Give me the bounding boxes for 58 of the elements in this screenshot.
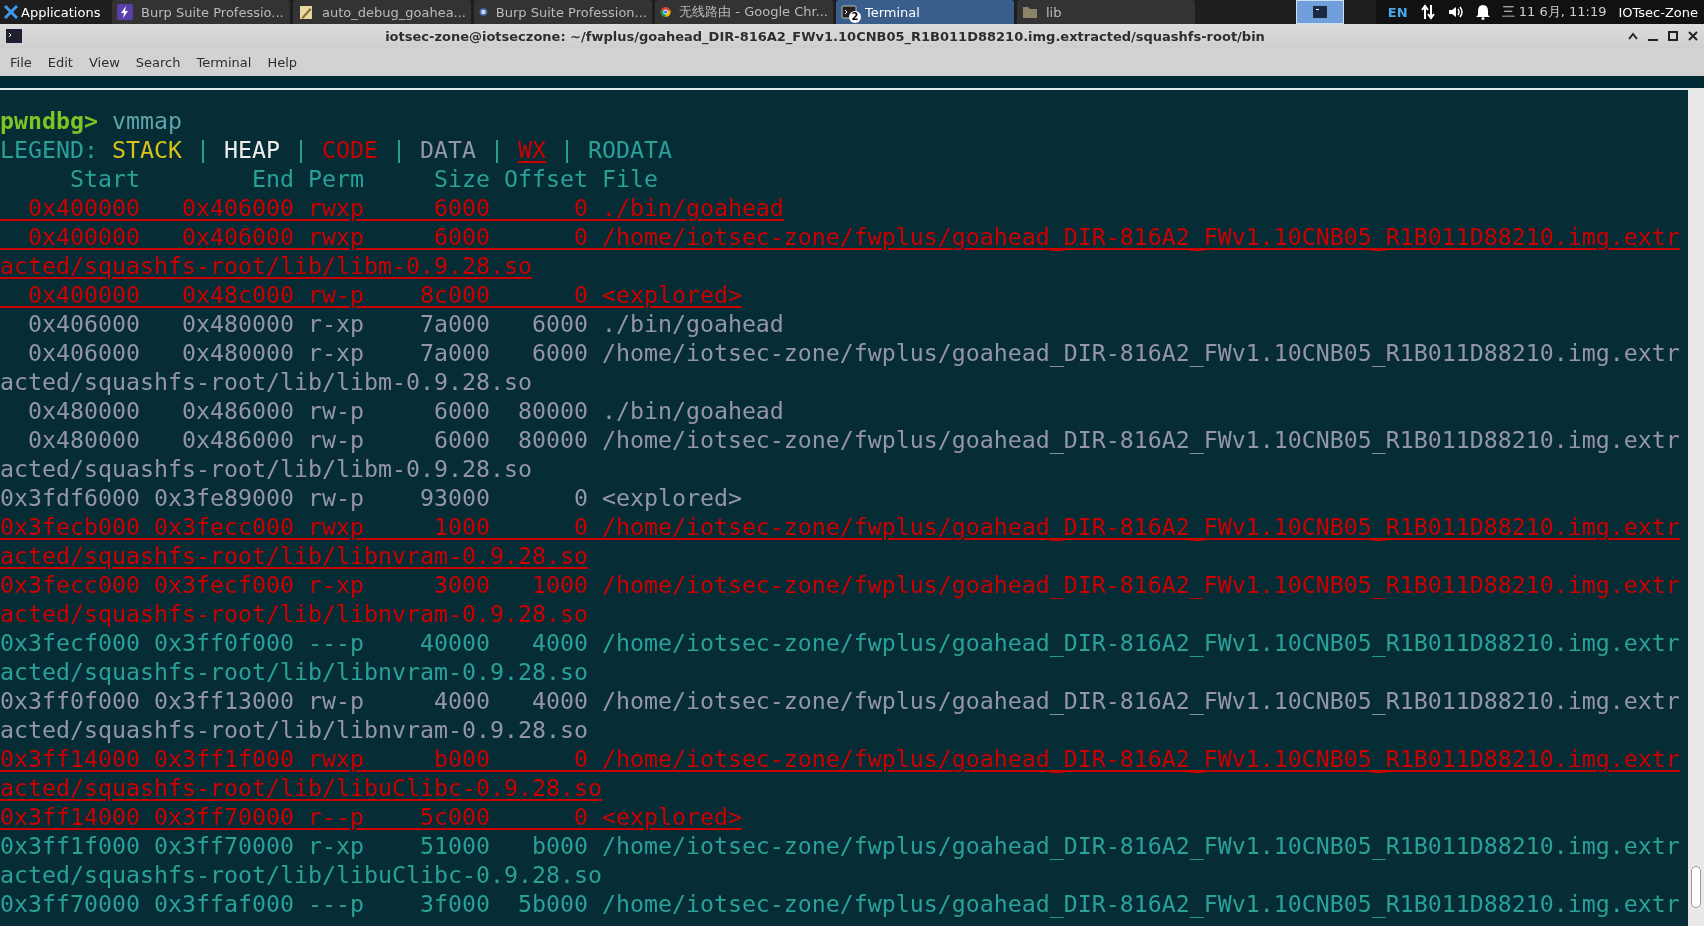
taskbar-button[interactable]: auto_debug_goahea... bbox=[293, 0, 471, 24]
browser-icon bbox=[660, 4, 672, 20]
terminal-icon bbox=[6, 29, 22, 43]
menu-item[interactable]: Terminal bbox=[188, 54, 260, 70]
taskbar-button[interactable]: lib bbox=[1017, 0, 1195, 24]
memory-map-line: acted/squashfs-root/lib/libnvram-0.9.28.so bbox=[0, 715, 589, 744]
window-icon bbox=[1313, 6, 1327, 18]
maximize-icon[interactable] bbox=[1668, 31, 1678, 41]
network-arrows-icon[interactable] bbox=[1419, 4, 1436, 20]
memory-map-line: 0x3ff1f000 0x3ff70000 r-xp 51000 b000 /home/iotsec-zone/fwplus/goahead_DIR-816A2_FWv1.10CNB05_R1B011D88210.img.extr bbox=[0, 831, 1681, 860]
menu-item[interactable]: View bbox=[80, 54, 128, 70]
close-icon[interactable] bbox=[1688, 31, 1698, 41]
menu-item[interactable]: File bbox=[2, 54, 40, 70]
count-badge: 2 bbox=[849, 11, 861, 23]
lightning-icon bbox=[117, 4, 133, 20]
memory-map-line: acted/squashfs-root/lib/libuClibc-0.9.28.so bbox=[0, 860, 603, 889]
memory-map-line: 0x3fecb000 0x3fecc000 rwxp 1000 0 /home/iotsec-zone/fwplus/goahead_DIR-816A2_FWv1.10CNB05_R1B011D88210.img.extr bbox=[0, 512, 1681, 541]
notepad-icon bbox=[298, 4, 314, 20]
legend-line: LEGEND: STACK | HEAP | CODE | DATA | WX | RODATA bbox=[0, 135, 673, 164]
memory-map-line: 0x3ff14000 0x3ff1f000 rwxp b000 0 /home/iotsec-zone/fwplus/goahead_DIR-816A2_FWv1.10CNB05_R1B011D88210.img.extr bbox=[0, 744, 1681, 773]
user-name[interactable]: IOTsec-Zone bbox=[1618, 4, 1698, 20]
taskbar-button[interactable]: Burp Suite Profession... bbox=[474, 0, 652, 24]
memory-map-line: acted/squashfs-root/lib/libnvram-0.9.28.so bbox=[0, 599, 589, 628]
memory-map-line: acted/squashfs-root/lib/libm-0.9.28.so bbox=[0, 454, 533, 483]
clock[interactable]: 三 11 6月, 11:19 bbox=[1501, 3, 1607, 21]
memory-map-line: 0x480000 0x486000 rw-p 6000 80000 ./bin/goahead bbox=[27, 396, 785, 425]
keyboard-layout[interactable]: EN bbox=[1387, 4, 1408, 20]
window-title: iotsec-zone@iotseczone: ~/fwplus/goahead_DIR-816A2_FWv1.10CNB05_R1B011D88210.img.extracted/squashfs-root/bin bbox=[384, 28, 1266, 44]
folder-icon bbox=[1022, 4, 1038, 20]
memory-map-line: acted/squashfs-root/lib/libnvram-0.9.28.so bbox=[0, 541, 589, 570]
taskbar-button[interactable]: 2 Terminal bbox=[836, 0, 1014, 24]
memory-map-line: 0x3ff14000 0x3ff70000 r--p 5c000 0 <explored> bbox=[0, 802, 743, 831]
taskbar-button[interactable]: 无线路由 - Google Chr... bbox=[655, 0, 833, 24]
menu-item[interactable]: Search bbox=[127, 54, 189, 70]
memory-map-line: acted/squashfs-root/lib/libm-0.9.28.so bbox=[0, 367, 533, 396]
scrollbar-thumb[interactable] bbox=[1691, 866, 1701, 908]
memory-map-line: 0x3ff0f000 0x3ff13000 rw-p 4000 4000 /home/iotsec-zone/fwplus/goahead_DIR-816A2_FWv1.10CNB05_R1B011D88210.img.extr bbox=[0, 686, 1681, 715]
menu-item[interactable]: Edit bbox=[39, 54, 81, 70]
memory-map-line: acted/squashfs-root/lib/libnvram-0.9.28.so bbox=[0, 657, 589, 686]
memory-map-line: 0x3fecf000 0x3ff0f000 ---p 40000 4000 /home/iotsec-zone/fwplus/goahead_DIR-816A2_FWv1.10CNB05_R1B011D88210.img.extr bbox=[0, 628, 1681, 657]
memory-map-line: 0x3ff70000 0x3ffaf000 ---p 3f000 5b000 /home/iotsec-zone/fwplus/goahead_DIR-816A2_FWv1.10CNB05_R1B011D88210.img.extr bbox=[0, 889, 1681, 918]
memory-map-line: 0x3fecc000 0x3fecf000 r-xp 3000 1000 /home/iotsec-zone/fwplus/goahead_DIR-816A2_FWv1.10CNB05_R1B011D88210.img.extr bbox=[0, 570, 1681, 599]
command-line: pwndbg> vmmap bbox=[0, 106, 183, 135]
workspace-button[interactable] bbox=[1296, 0, 1344, 24]
bell-icon[interactable] bbox=[1475, 4, 1490, 20]
memory-map-line: acted/squashfs-root/lib/libuClibc-0.9.28.so bbox=[0, 773, 603, 802]
taskbar-button[interactable]: Burp Suite Professio... bbox=[112, 0, 290, 24]
caret-up-icon[interactable] bbox=[1628, 32, 1638, 40]
applications-menu[interactable]: Applications bbox=[0, 0, 112, 24]
memory-map-line: 0x3fdf6000 0x3fe89000 rw-p 93000 0 <explored> bbox=[0, 483, 743, 512]
menu-item[interactable]: Help bbox=[259, 54, 306, 70]
terminal-icon bbox=[841, 4, 857, 20]
column-header: Start End Perm Size Offset File bbox=[69, 164, 659, 193]
x-logo-icon bbox=[4, 5, 18, 19]
memory-map-line: 0x406000 0x480000 r-xp 7a000 6000 /home/iotsec-zone/fwplus/goahead_DIR-816A2_FWv1.10CNB05_R1B011D88210.img.extr bbox=[27, 338, 1681, 367]
memory-map-line: 0x480000 0x486000 rw-p 6000 80000 /home/iotsec-zone/fwplus/goahead_DIR-816A2_FWv1.10CNB05_R1B011D88210.img.extr bbox=[27, 425, 1681, 454]
memory-map-line: acted/squashfs-root/lib/libm-0.9.28.so bbox=[0, 251, 533, 280]
volume-icon[interactable] bbox=[1447, 4, 1464, 20]
